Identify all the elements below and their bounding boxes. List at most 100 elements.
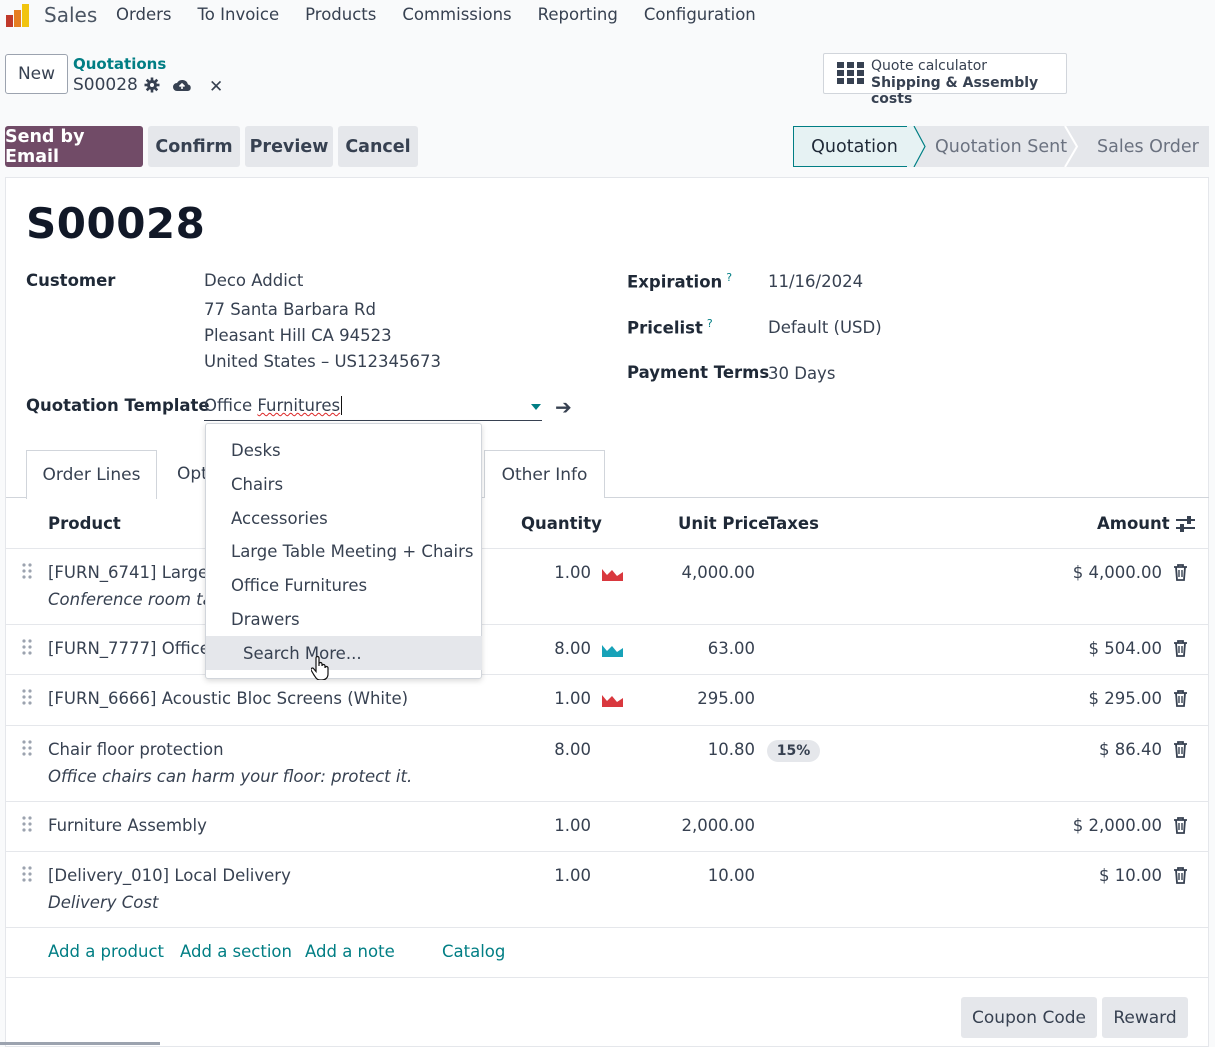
menu-reporting[interactable]: Reporting [538, 5, 618, 24]
status-quotation[interactable]: Quotation [793, 126, 915, 167]
send-by-email-button[interactable]: Send by Email [5, 126, 143, 167]
row-unit-price[interactable]: 2,000.00 [650, 816, 755, 835]
drag-handle-icon[interactable] [22, 740, 32, 756]
row-amount: $ 10.00 [1099, 866, 1162, 885]
preview-button[interactable]: Preview [245, 126, 333, 167]
row-quantity[interactable]: 1.00 [520, 816, 591, 835]
tab-other-info[interactable]: Other Info [484, 450, 605, 498]
row-description[interactable]: Delivery Cost [48, 893, 158, 912]
add-section-link[interactable]: Add a section [180, 942, 292, 961]
catalog-link[interactable]: Catalog [442, 942, 505, 961]
row-unit-price[interactable]: 10.00 [650, 866, 755, 885]
help-icon[interactable]: ? [726, 271, 732, 284]
row-divider [6, 851, 1209, 852]
payment-terms-label: Payment Terms [627, 363, 770, 382]
row-divider [6, 927, 1209, 928]
col-unit-price[interactable]: Unit Price [678, 514, 769, 533]
trash-icon[interactable] [1173, 867, 1188, 884]
row-description[interactable]: Office chairs can harm your floor: prote… [48, 767, 412, 786]
save-cloud-icon[interactable] [172, 76, 192, 94]
col-product[interactable]: Product [48, 514, 121, 533]
cancel-button[interactable]: Cancel [338, 126, 418, 167]
dropdown-option[interactable]: Desks [206, 433, 482, 467]
menu-orders[interactable]: Orders [116, 5, 172, 24]
row-quantity[interactable]: 8.00 [520, 639, 591, 658]
drag-handle-icon[interactable] [22, 563, 32, 579]
search-more-option[interactable]: Search More... [206, 636, 482, 670]
menu-commissions[interactable]: Commissions [402, 5, 511, 24]
menu-to-invoice[interactable]: To Invoice [198, 5, 280, 24]
col-quantity[interactable]: Quantity [521, 514, 602, 533]
app-name[interactable]: Sales [44, 3, 97, 27]
trash-icon[interactable] [1173, 817, 1188, 834]
row-divider [6, 725, 1209, 726]
customer-label: Customer [26, 271, 116, 290]
breadcrumb-quotations[interactable]: Quotations [73, 55, 166, 73]
dropdown-option[interactable]: Drawers [206, 602, 482, 636]
expiration-value[interactable]: 11/16/2024 [768, 272, 863, 291]
row-product[interactable]: [FURN_7777] Office [48, 639, 210, 658]
status-sales-order[interactable]: Sales Order [1075, 126, 1209, 167]
payment-terms-value[interactable]: 30 Days [768, 364, 835, 383]
drag-handle-icon[interactable] [22, 689, 32, 705]
discard-icon[interactable]: ✕ [209, 77, 223, 97]
trash-icon[interactable] [1173, 564, 1188, 581]
reward-button[interactable]: Reward [1102, 997, 1188, 1038]
coupon-code-button[interactable]: Coupon Code [961, 997, 1097, 1038]
row-quantity[interactable]: 1.00 [520, 866, 591, 885]
row-unit-price[interactable]: 10.80 [650, 740, 755, 759]
help-icon[interactable]: ? [707, 317, 713, 330]
pricelist-value[interactable]: Default (USD) [768, 318, 882, 337]
expiration-label-text: Expiration [627, 272, 723, 292]
forecast-chart-icon[interactable] [602, 692, 623, 707]
status-quotation-sent[interactable]: Quotation Sent [915, 126, 1075, 167]
confirm-button[interactable]: Confirm [148, 126, 240, 167]
new-button[interactable]: New [5, 54, 68, 94]
tax-badge[interactable]: 15% [767, 740, 820, 762]
col-amount[interactable]: Amount [1097, 514, 1170, 533]
row-product[interactable]: Furniture Assembly [48, 816, 207, 835]
gear-icon[interactable] [144, 77, 160, 93]
menu-configuration[interactable]: Configuration [644, 5, 756, 24]
row-unit-price[interactable]: 4,000.00 [650, 563, 755, 582]
trash-icon[interactable] [1173, 690, 1188, 707]
grid-icon [837, 62, 864, 84]
col-taxes[interactable]: Taxes [767, 514, 819, 533]
row-description[interactable]: Conference room tab [48, 590, 223, 609]
drag-handle-icon[interactable] [22, 639, 32, 655]
dropdown-option[interactable]: Chairs [206, 467, 482, 501]
quote-calculator-button[interactable]: Quote calculator Shipping & Assembly cos… [823, 53, 1067, 107]
internal-link-arrow-icon[interactable]: ➔ [555, 395, 572, 419]
row-product[interactable]: [Delivery_010] Local Delivery [48, 866, 291, 885]
sales-app-icon[interactable] [4, 1, 32, 29]
drag-handle-icon[interactable] [22, 816, 32, 832]
row-quantity[interactable]: 1.00 [520, 689, 591, 708]
customer-address-line1: 77 Santa Barbara Rd [204, 300, 376, 319]
quotation-template-input[interactable]: Office Furnitures [204, 396, 542, 421]
menu-products[interactable]: Products [305, 5, 376, 24]
dropdown-option[interactable]: Accessories [206, 501, 482, 535]
column-settings-icon[interactable] [1176, 515, 1195, 533]
row-product[interactable]: Chair floor protection [48, 740, 224, 759]
dropdown-option[interactable]: Office Furnitures [206, 568, 482, 602]
forecast-chart-icon[interactable] [602, 566, 623, 581]
smart-button-title: Quote calculator [871, 58, 988, 74]
row-unit-price[interactable]: 63.00 [650, 639, 755, 658]
row-quantity[interactable]: 1.00 [520, 563, 591, 582]
trash-icon[interactable] [1173, 640, 1188, 657]
customer-name[interactable]: Deco Addict [204, 271, 303, 290]
status-separator [1064, 126, 1079, 167]
drag-handle-icon[interactable] [22, 866, 32, 882]
dropdown-option[interactable]: Large Table Meeting + Chairs [206, 534, 482, 568]
row-amount: $ 4,000.00 [1072, 563, 1162, 582]
trash-icon[interactable] [1173, 741, 1188, 758]
row-unit-price[interactable]: 295.00 [650, 689, 755, 708]
add-product-link[interactable]: Add a product [48, 942, 164, 961]
forecast-chart-icon[interactable] [602, 642, 623, 657]
row-product[interactable]: [FURN_6666] Acoustic Bloc Screens (White… [48, 689, 408, 708]
row-quantity[interactable]: 8.00 [520, 740, 591, 759]
add-note-link[interactable]: Add a note [305, 942, 395, 961]
dropdown-caret-icon[interactable] [531, 404, 541, 410]
tab-order-lines[interactable]: Order Lines [26, 450, 157, 499]
row-product[interactable]: [FURN_6741] Large I [48, 563, 218, 582]
